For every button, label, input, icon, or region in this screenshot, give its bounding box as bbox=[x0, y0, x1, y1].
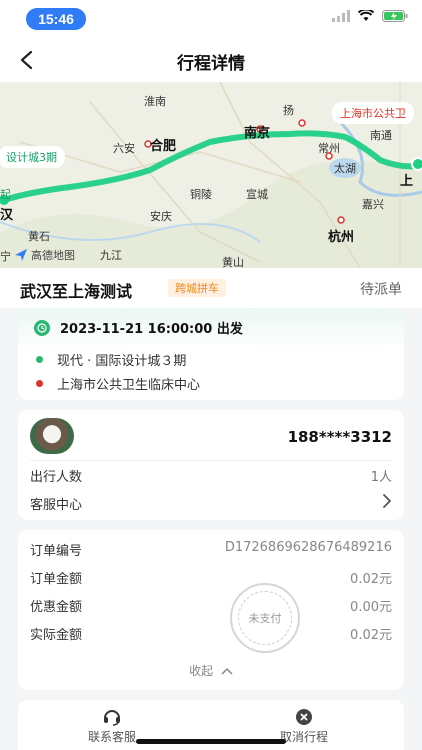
unpaid-stamp-text: 未支付 bbox=[238, 591, 292, 645]
chevron-right-icon bbox=[383, 494, 391, 508]
map-place: 九江 bbox=[100, 249, 122, 262]
route-map[interactable]: 设计城3期 上海市公共卫 淮南 扬 南京 南通 合肥 六安 常州 太湖 上 铜陵… bbox=[0, 82, 422, 268]
order-amount-row: 订单金额 0.02元 bbox=[30, 568, 392, 587]
map-place: 淮南 bbox=[144, 95, 166, 108]
actual-amount-label: 实际金额 bbox=[30, 628, 83, 643]
map-place: 铜陵 bbox=[190, 188, 212, 201]
map-start-tag: 设计城3期 bbox=[0, 146, 65, 168]
trip-header: 武汉至上海测试 跨城拼车 待派单 bbox=[0, 268, 422, 308]
map-place: 杭州 bbox=[328, 230, 355, 245]
map-place: 起 bbox=[0, 188, 11, 201]
signal-icon bbox=[332, 10, 350, 22]
nav-bar: 行程详情 bbox=[0, 36, 422, 82]
cancel-trip-button[interactable]: 取消行程 bbox=[280, 708, 328, 745]
divider bbox=[30, 460, 392, 461]
home-indicator bbox=[136, 739, 286, 744]
passengers-row: 出行人数 1人 bbox=[30, 466, 392, 485]
order-card: 订单编号 D1726869628676489216 订单金额 0.02元 优惠金… bbox=[18, 530, 404, 690]
wifi-icon bbox=[358, 10, 374, 21]
clock-icon bbox=[34, 319, 50, 336]
map-place: 上 bbox=[400, 174, 414, 189]
departure-time: 2023-11-21 16:00:00 出发 bbox=[60, 322, 243, 337]
passengers-label: 出行人数 bbox=[30, 470, 83, 485]
map-place: 宣城 bbox=[246, 188, 268, 201]
service-center-label: 客服中心 bbox=[30, 498, 83, 513]
departure-row: 2023-11-21 16:00:00 出发 bbox=[34, 318, 243, 337]
order-number-value[interactable]: D1726869628676489216 bbox=[225, 540, 392, 559]
map-place: 嘉兴 bbox=[362, 198, 384, 211]
passengers-value: 1人 bbox=[370, 470, 392, 485]
chevron-up-icon bbox=[221, 667, 233, 675]
map-place: 太湖 bbox=[334, 162, 356, 175]
page-title: 行程详情 bbox=[177, 54, 245, 74]
actual-amount-value: 0.02元 bbox=[350, 628, 392, 643]
contact-service-button[interactable]: 联系客服 bbox=[88, 708, 136, 745]
order-number-row: 订单编号 D1726869628676489216 bbox=[30, 540, 392, 559]
trip-type-badge: 跨城拼车 bbox=[168, 279, 226, 297]
order-amount-value: 0.02元 bbox=[350, 572, 392, 587]
map-place: 黄石 bbox=[28, 230, 50, 243]
trip-status: 待派单 bbox=[360, 282, 402, 298]
service-center-row[interactable]: 客服中心 bbox=[30, 494, 392, 513]
status-bar: 15:46 bbox=[0, 0, 422, 36]
discount-value: 0.00元 bbox=[350, 600, 392, 615]
battery-icon bbox=[382, 10, 408, 22]
cancel-trip-label: 取消行程 bbox=[280, 730, 329, 744]
map-place: 安庆 bbox=[150, 210, 172, 223]
map-place: 南通 bbox=[370, 129, 392, 142]
unpaid-stamp: 未支付 bbox=[230, 583, 300, 653]
map-place: 六安 bbox=[113, 142, 135, 155]
contact-service-label: 联系客服 bbox=[88, 730, 137, 744]
phone-number[interactable]: 188****3312 bbox=[288, 428, 392, 446]
start-stop-label: 现代 · 国际设计城３期 bbox=[57, 354, 187, 369]
discount-label: 优惠金额 bbox=[30, 600, 83, 615]
start-dot-icon bbox=[36, 356, 43, 363]
map-end-tag: 上海市公共卫 bbox=[332, 102, 414, 124]
end-stop: 上海市公共卫生临床中心 bbox=[36, 374, 200, 393]
status-time: 15:46 bbox=[26, 8, 86, 30]
map-place: 汉 bbox=[0, 208, 14, 223]
contact-card: 188****3312 出行人数 1人 客服中心 bbox=[18, 410, 404, 520]
status-icons bbox=[332, 10, 408, 22]
end-stop-label: 上海市公共卫生临床中心 bbox=[57, 378, 201, 393]
end-dot-icon bbox=[36, 380, 43, 387]
map-place: 宁 bbox=[0, 250, 11, 263]
order-number-label: 订单编号 bbox=[30, 544, 83, 559]
collapse-label: 收起 bbox=[189, 664, 214, 678]
route-card: 2023-11-21 16:00:00 出发 现代 · 国际设计城３期 上海市公… bbox=[18, 308, 404, 400]
map-place: 扬 bbox=[283, 104, 294, 117]
discount-row: 优惠金额 0.00元 bbox=[30, 596, 392, 615]
start-stop: 现代 · 国际设计城３期 bbox=[36, 350, 186, 369]
amap-logo-icon bbox=[15, 249, 27, 261]
collapse-button[interactable]: 收起 bbox=[18, 662, 404, 679]
trip-title: 武汉至上海测试 bbox=[20, 282, 133, 301]
map-place: 常州 bbox=[318, 142, 340, 155]
headset-icon bbox=[104, 710, 120, 726]
map-place: 黄山 bbox=[222, 256, 244, 268]
order-amount-label: 订单金额 bbox=[30, 572, 83, 587]
amap-logo-text: 高德地图 bbox=[31, 249, 75, 262]
end-marker bbox=[411, 157, 422, 171]
map-place: 南京 bbox=[244, 126, 271, 141]
avatar bbox=[30, 418, 74, 454]
amap-logo: 高德地图 bbox=[14, 247, 75, 263]
actual-amount-row: 实际金额 0.02元 bbox=[30, 624, 392, 643]
map-place: 合肥 bbox=[150, 139, 177, 154]
close-circle-icon bbox=[296, 709, 312, 725]
